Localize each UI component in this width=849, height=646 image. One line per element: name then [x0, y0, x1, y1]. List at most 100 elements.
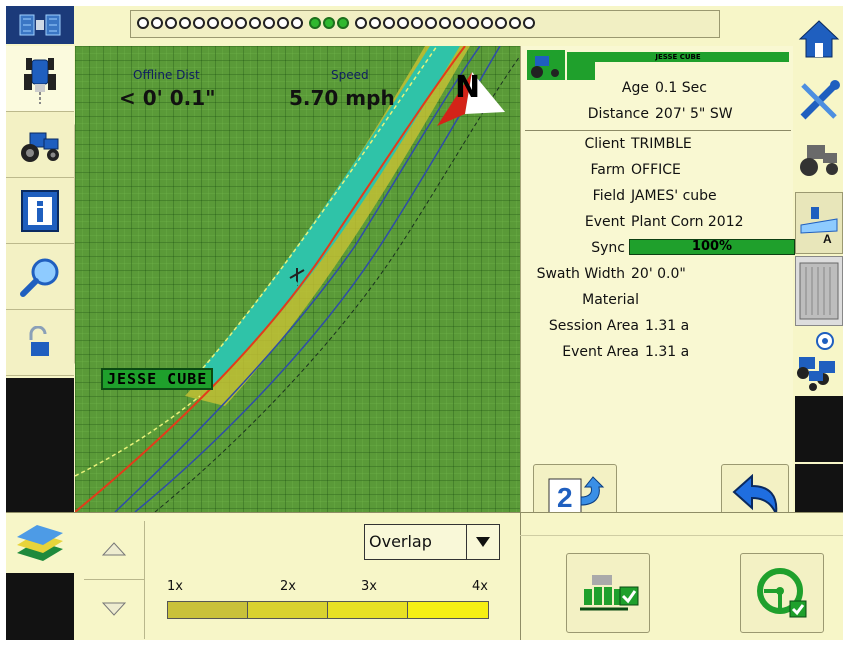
status-led [151, 17, 163, 29]
led-row [137, 17, 535, 29]
speed-label: Speed [331, 68, 369, 82]
legend-swatch-4x [407, 601, 489, 619]
status-led [337, 17, 349, 29]
implement-button[interactable]: A [795, 192, 843, 254]
autosteer-button[interactable] [740, 553, 824, 633]
offline-dist-label: Offline Dist [133, 68, 200, 82]
zoom-up-button[interactable] [92, 527, 136, 571]
svg-text:A: A [823, 232, 832, 245]
farm-value: OFFICE [631, 162, 681, 178]
info-tab[interactable] [6, 178, 74, 244]
bottom-panel: Overlap 1x 2x 3x 4x [6, 512, 843, 640]
vehicle-header: JESSE CUBE [527, 50, 791, 80]
session-area-label: Session Area [548, 318, 639, 334]
tractor-icon [21, 132, 59, 162]
legend-label-1x: 1x [167, 579, 183, 594]
vehicle-info-panel: JESSE CUBE Age 0.1 Sec Distance 207' 5" … [520, 46, 795, 528]
client-label: Client [584, 136, 625, 152]
layers-button[interactable] [6, 513, 74, 573]
event-label: Event [584, 214, 625, 230]
status-led [369, 17, 381, 29]
left-empty-slot [6, 378, 74, 512]
tractor-top-view-icon [24, 57, 56, 104]
svg-text:2: 2 [557, 482, 573, 513]
lock-tab[interactable] [6, 310, 74, 376]
legend-swatch-3x [327, 601, 409, 619]
status-led [323, 17, 335, 29]
triangle-down-icon [102, 602, 126, 616]
chevron-down-icon[interactable] [466, 525, 499, 559]
section-control-button[interactable] [566, 553, 650, 633]
field-value: JAMES' cube [631, 188, 717, 204]
panel-divider [520, 513, 521, 640]
swath-width-label: Swath Width [536, 266, 625, 282]
page-two-icon: 2 [548, 476, 605, 514]
session-area-value: 1.31 a [645, 318, 690, 334]
legend-label-4x: 4x [472, 579, 488, 594]
age-label: Age [621, 80, 649, 96]
distance-label: Distance [587, 106, 649, 122]
status-led [277, 17, 289, 29]
guidance-tab[interactable] [6, 46, 74, 112]
legend-label-2x: 2x [280, 579, 296, 594]
offline-dist-value: < 0' 0.1" [119, 86, 216, 110]
status-led [495, 17, 507, 29]
fleet-button[interactable] [795, 328, 843, 394]
gps-satellite-icon[interactable] [6, 6, 74, 44]
sync-progress-bar: 100% [629, 239, 795, 255]
status-led [425, 17, 437, 29]
magnifier-icon [20, 258, 59, 297]
age-value: 0.1 Sec [655, 80, 707, 96]
legend-swatch-2x [247, 601, 329, 619]
zoom-down-button[interactable] [92, 587, 136, 631]
event-area-label: Event Area [562, 344, 639, 360]
vehicle-color-swatch [567, 62, 595, 80]
speed-value: 5.70 mph [289, 86, 395, 110]
status-led-bar [130, 10, 720, 38]
status-led [509, 17, 521, 29]
bin-icon [799, 262, 839, 320]
vehicle-setup-button[interactable] [795, 128, 843, 190]
status-led [221, 17, 233, 29]
info-icon [21, 189, 59, 232]
bin-button[interactable] [795, 256, 843, 326]
legend-label-3x: 3x [361, 579, 377, 594]
vehicle-name-bar: JESSE CUBE [567, 52, 789, 62]
steering-wheel-icon [757, 568, 807, 618]
field-map[interactable]: Offline Dist < 0' 0.1" Speed 5.70 mph N … [75, 46, 520, 512]
status-led [411, 17, 423, 29]
planter-sections-icon [580, 575, 639, 611]
status-led [249, 17, 261, 29]
map-layer-selected: Overlap [369, 532, 432, 551]
settings-button[interactable] [795, 70, 843, 132]
bottom-left-empty-slot [6, 573, 74, 640]
status-led [193, 17, 205, 29]
stepper-divider [84, 579, 144, 580]
compass-north-letter: N [455, 70, 481, 105]
swath-width-value: 20' 0.0" [631, 266, 686, 282]
layers-icon [17, 525, 63, 561]
search-tab[interactable] [6, 244, 74, 310]
gray-tractor-icon [800, 145, 838, 176]
status-led [291, 17, 303, 29]
display-frame: Offline Dist < 0' 0.1" Speed 5.70 mph N … [6, 6, 843, 640]
home-button[interactable] [795, 8, 843, 70]
vehicle-map-tag[interactable]: JESSE CUBE [101, 368, 214, 390]
unlocked-padlock-icon [29, 325, 49, 356]
status-led [309, 17, 321, 29]
legend-swatch-1x [167, 601, 249, 619]
sync-label: Sync [591, 240, 625, 256]
home-icon [798, 20, 840, 58]
distance-value: 207' 5" SW [655, 106, 733, 122]
status-led [179, 17, 191, 29]
client-value: TRIMBLE [631, 136, 692, 152]
status-led [235, 17, 247, 29]
panel-divider [520, 535, 843, 536]
vehicle-tab[interactable] [6, 112, 74, 178]
status-led [207, 17, 219, 29]
status-led [523, 17, 535, 29]
triangle-up-icon [102, 542, 126, 556]
fleet-tractors-icon [797, 332, 835, 391]
status-led [263, 17, 275, 29]
map-layer-dropdown[interactable]: Overlap [364, 524, 500, 560]
